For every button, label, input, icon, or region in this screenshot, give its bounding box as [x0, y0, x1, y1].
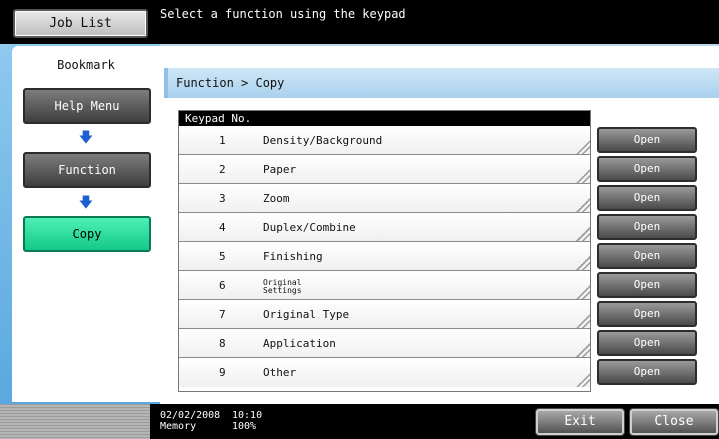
- open-button-2[interactable]: Open: [597, 156, 697, 182]
- table-row[interactable]: 7 Original Type: [179, 300, 590, 329]
- keypad-number: 9: [219, 366, 226, 379]
- function-label: Original Type: [263, 308, 350, 321]
- function-button[interactable]: Function: [23, 152, 151, 188]
- corner-icon: [576, 256, 590, 270]
- corner-icon: [576, 373, 590, 387]
- function-label: Original Settings: [263, 279, 302, 295]
- function-label: Duplex/Combine: [263, 221, 356, 234]
- instruction-message: Select a function using the keypad: [160, 7, 406, 21]
- memory-label: Memory: [160, 421, 197, 432]
- keypad-number: 2: [219, 163, 226, 176]
- keypad-number: 1: [219, 134, 226, 147]
- function-label-line2: Settings: [263, 286, 302, 295]
- open-button-7[interactable]: Open: [597, 301, 697, 327]
- date-time: 02/02/2008 Memory: [160, 410, 220, 432]
- corner-icon: [576, 314, 590, 328]
- open-button-9[interactable]: Open: [597, 359, 697, 385]
- close-button[interactable]: Close: [630, 409, 718, 435]
- bookmark-panel-inner: Bookmark Help Menu 🡇 Function 🡇 Copy: [12, 46, 160, 402]
- top-bar: Job List Select a function using the key…: [0, 0, 719, 44]
- keypad-table: Keypad No. 1 Density/Background 2 Paper …: [178, 110, 591, 392]
- corner-icon: [576, 140, 590, 154]
- open-button-4[interactable]: Open: [597, 214, 697, 240]
- arrow-down-icon: 🡇: [78, 130, 94, 146]
- table-row[interactable]: 1 Density/Background: [179, 126, 590, 155]
- open-button-1[interactable]: Open: [597, 127, 697, 153]
- memory-value: 100%: [232, 421, 257, 432]
- bookmark-panel: Bookmark Help Menu 🡇 Function 🡇 Copy: [0, 44, 160, 404]
- time-text: 10:10: [232, 410, 263, 421]
- date-text: 02/02/2008: [160, 410, 221, 421]
- function-label: Density/Background: [263, 134, 383, 147]
- status-bar-stripes: [0, 404, 150, 439]
- keypad-number: 7: [219, 308, 226, 321]
- job-list-button[interactable]: Job List: [13, 9, 148, 38]
- bookmark-title: Bookmark: [57, 58, 115, 72]
- keypad-number: 4: [219, 221, 226, 234]
- table-header: Keypad No.: [179, 111, 590, 126]
- help-menu-button[interactable]: Help Menu: [23, 88, 151, 124]
- keypad-number: 6: [219, 279, 226, 292]
- table-row[interactable]: 5 Finishing: [179, 242, 590, 271]
- table-row[interactable]: 8 Application: [179, 329, 590, 358]
- main-panel-inner: Function > Copy Keypad No. 1 Density/Bac…: [160, 46, 719, 404]
- table-row[interactable]: 6 Original Settings: [179, 271, 590, 300]
- open-button-3[interactable]: Open: [597, 185, 697, 211]
- time-memory: 10:10 100%: [232, 410, 262, 432]
- open-button-6[interactable]: Open: [597, 272, 697, 298]
- corner-icon: [576, 198, 590, 212]
- table-row[interactable]: 4 Duplex/Combine: [179, 213, 590, 242]
- breadcrumb: Function > Copy: [164, 68, 719, 98]
- open-button-5[interactable]: Open: [597, 243, 697, 269]
- keypad-number: 5: [219, 250, 226, 263]
- open-button-8[interactable]: Open: [597, 330, 697, 356]
- keypad-number: 3: [219, 192, 226, 205]
- function-label: Zoom: [263, 192, 290, 205]
- status-bar: 02/02/2008 Memory 10:10 100% Exit Close: [0, 404, 719, 439]
- table-row[interactable]: 3 Zoom: [179, 184, 590, 213]
- exit-button[interactable]: Exit: [536, 409, 624, 435]
- function-label: Paper: [263, 163, 297, 176]
- corner-icon: [576, 343, 590, 357]
- function-label: Other: [263, 366, 297, 379]
- table-row[interactable]: 2 Paper: [179, 155, 590, 184]
- keypad-number: 8: [219, 337, 226, 350]
- arrow-down-icon: 🡇: [78, 195, 94, 211]
- function-label: Finishing: [263, 250, 323, 263]
- main-panel: Function > Copy Keypad No. 1 Density/Bac…: [160, 44, 719, 404]
- table-row[interactable]: 9 Other: [179, 358, 590, 387]
- corner-icon: [576, 285, 590, 299]
- corner-icon: [576, 227, 590, 241]
- copy-button[interactable]: Copy: [23, 216, 151, 252]
- corner-icon: [576, 169, 590, 183]
- function-label: Application: [263, 337, 336, 350]
